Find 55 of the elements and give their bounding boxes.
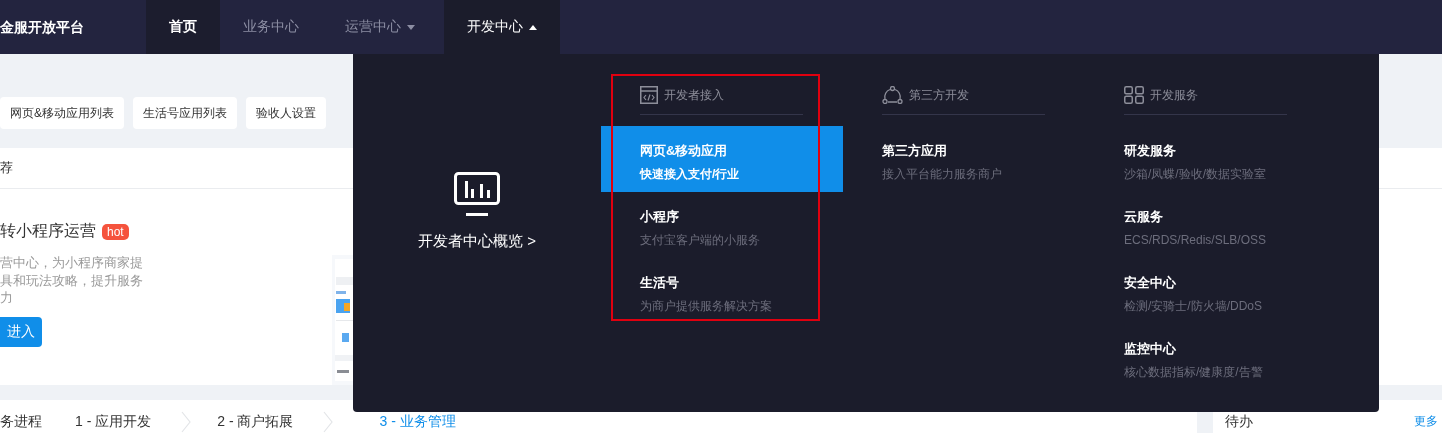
nav-tab[interactable]: 开发中心 xyxy=(444,0,560,54)
menu-item-description: 核心数据指标/健康度/告警 xyxy=(1124,364,1264,381)
menu-item[interactable]: 云服务 ECS/RDS/Redis/SLB/OSS xyxy=(1085,192,1327,258)
quick-link-button[interactable]: 验收人设置 xyxy=(246,97,326,129)
caret-icon xyxy=(529,24,537,30)
menu-item[interactable]: 生活号 为商户提供服务解决方案 xyxy=(601,258,843,324)
quick-link-button[interactable]: 网页&移动应用列表 xyxy=(0,97,124,129)
more-link[interactable]: 更多 xyxy=(1414,413,1438,430)
caret-icon xyxy=(407,24,415,30)
menu-item-description: 沙箱/凤蝶/验收/数据实验室 xyxy=(1124,166,1267,183)
progress-step: 2 - 商户拓展 xyxy=(217,412,294,431)
promo-description: 营中心，为小程序商家提 xyxy=(0,255,144,272)
menu-item[interactable]: 第三方应用 接入平台能力服务商户 xyxy=(843,126,1085,192)
menu-item-title: 网页&移动应用 xyxy=(640,142,729,160)
menu-item-description: ECS/RDS/Redis/SLB/OSS xyxy=(1124,232,1268,249)
menu-item-title: 安全中心 xyxy=(1124,274,1177,292)
menu-item-title: 监控中心 xyxy=(1124,340,1177,358)
progress-label: 务进程 xyxy=(0,412,43,431)
menu-item-title: 云服务 xyxy=(1124,208,1164,226)
nav-tab[interactable]: 首页 xyxy=(146,0,220,54)
menu-item-description: 检测/安骑士/防火墙/DDoS xyxy=(1124,298,1263,315)
todo-title: 待办 xyxy=(1225,412,1253,431)
promo-description: 力 xyxy=(0,290,14,307)
progress-step: 1 - 应用开发 xyxy=(75,412,152,431)
menu-item-description: 接入平台能力服务商户 xyxy=(882,166,1003,183)
menu-item[interactable]: 安全中心 检测/安骑士/防火墙/DDoS xyxy=(1085,258,1327,324)
chevron-icon xyxy=(181,410,192,433)
code-window-icon xyxy=(640,86,658,104)
quick-link-button[interactable]: 生活号应用列表 xyxy=(133,97,237,129)
promo-title: 转小程序运营 xyxy=(0,221,96,241)
nav-tab[interactable]: 运营中心 xyxy=(322,0,438,54)
chevron-icon xyxy=(323,410,334,433)
column-heading: 开发服务 xyxy=(1150,87,1198,104)
card-title: 荐 xyxy=(0,159,13,177)
menu-item-title: 第三方应用 xyxy=(882,142,948,160)
brand-title: 金服开放平台 xyxy=(0,18,85,37)
progress-step: 3 - 业务管理 xyxy=(379,412,456,431)
promo-description: 具和玩法攻略，提升服务 xyxy=(0,272,144,290)
menu-item-description: 支付宝客户端的小服务 xyxy=(640,232,761,249)
column-heading: 开发者接入 xyxy=(664,87,724,104)
menu-item[interactable]: 小程序 支付宝客户端的小服务 xyxy=(601,192,843,258)
menu-item[interactable]: 研发服务 沙箱/凤蝶/验收/数据实验室 xyxy=(1085,126,1327,192)
nav-tab[interactable]: 业务中心 xyxy=(220,0,322,54)
menu-item-title: 研发服务 xyxy=(1124,142,1177,160)
menu-item-title: 小程序 xyxy=(640,208,680,226)
hot-badge: hot xyxy=(102,223,129,240)
menu-item-description: 为商户提供服务解决方案 xyxy=(640,298,773,315)
column-heading: 第三方开发 xyxy=(909,87,969,104)
nodes-icon xyxy=(882,86,903,104)
monitor-chart-icon xyxy=(454,172,500,218)
menu-item-title: 生活号 xyxy=(640,274,680,292)
grid-icon xyxy=(1124,86,1144,104)
menu-item-description: 快速接入支付/行业 xyxy=(640,166,741,183)
menu-item[interactable]: 监控中心 核心数据指标/健康度/告警 xyxy=(1085,324,1327,390)
overview-link[interactable]: 开发者中心概览 > xyxy=(418,232,536,251)
